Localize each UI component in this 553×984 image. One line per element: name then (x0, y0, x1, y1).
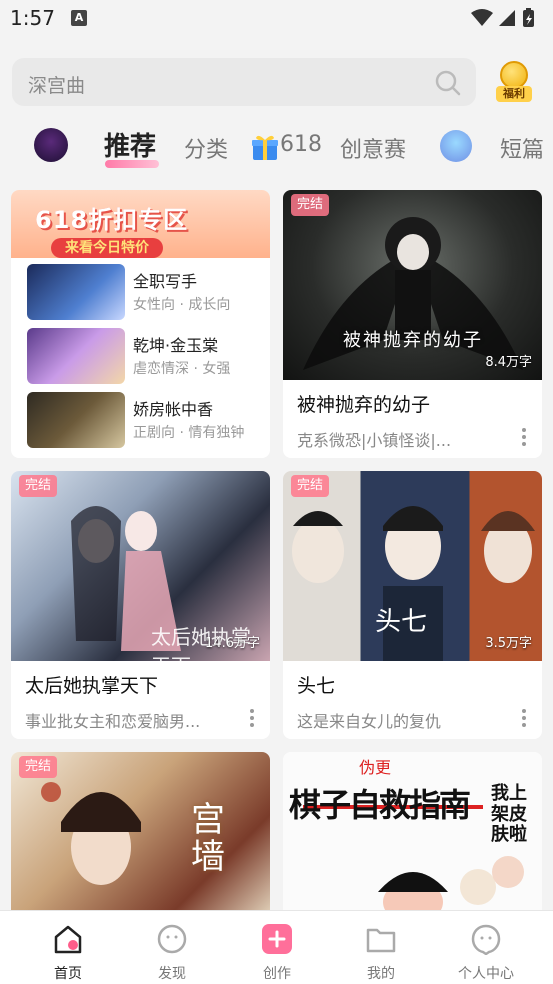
plus-icon (262, 924, 292, 954)
tab-creative-contest[interactable]: 创意赛 (340, 132, 406, 164)
tab-category[interactable]: 分类 (184, 132, 228, 164)
search-placeholder: 深宫曲 (28, 75, 86, 97)
discover-icon (157, 924, 187, 954)
book-card[interactable]: 伪更 棋子自救指南 我上架皮肤啦 (283, 752, 542, 922)
status-badge: 完结 (19, 756, 58, 778)
more-options-icon[interactable] (250, 709, 254, 730)
status-badge: 完结 (291, 475, 330, 497)
book-thumbnail (27, 328, 125, 384)
folder-icon (366, 928, 396, 953)
nav-label: 我的 (367, 966, 395, 982)
nav-label: 首页 (54, 966, 82, 982)
word-count: 3.5万字 (485, 636, 532, 651)
book-cover: 完结 宫墙 (11, 752, 270, 922)
word-count: 8.4万字 (485, 355, 532, 370)
book-description: 事业批女主和恋爱脑男... (25, 712, 201, 731)
cover-corner-text: 伪更 (359, 758, 392, 777)
welfare-label: 福利 (496, 86, 532, 102)
promo-item[interactable]: 娇房帐中香 正剧向 · 情有独钟 (27, 392, 263, 450)
book-title: 被神抛弃的幼子 (297, 394, 431, 416)
nav-profile[interactable]: 个人中心 (446, 911, 526, 984)
nav-home[interactable]: 首页 (28, 911, 108, 984)
book-thumbnail (27, 392, 125, 448)
book-card[interactable]: 完结 被神抛弃的幼子 8.4万字 被神抛弃的幼子 克系微恐|小镇怪谈|... (283, 190, 542, 458)
globe-logo-icon[interactable] (440, 130, 472, 162)
promo-item-tags: 女性向 · 成长向 (133, 297, 231, 313)
word-count: 14.6万字 (205, 636, 260, 651)
search-input[interactable]: 深宫曲 (12, 58, 476, 106)
book-card[interactable]: 完结 宫墙 (11, 752, 270, 922)
status-badge: 完结 (19, 475, 58, 497)
promo-card[interactable]: 618折扣专区 来看今日特价 全职写手 女性向 · 成长向 乾坤·金玉棠 虐恋情… (11, 190, 270, 458)
book-description: 克系微恐|小镇怪谈|... (297, 431, 452, 450)
signal-icon (499, 10, 515, 26)
book-description: 这是来自女儿的复仇 (297, 712, 442, 731)
nav-label: 创作 (263, 966, 291, 982)
book-cover: 伪更 棋子自救指南 我上架皮肤啦 (283, 752, 542, 922)
cover-text: 棋子自救指南 (289, 786, 471, 824)
category-tabs: 推荐 分类 618 创意赛 短篇 (0, 120, 553, 176)
notification-icon: A (71, 10, 87, 26)
more-options-icon[interactable] (522, 709, 526, 730)
tab-618[interactable]: 618 (280, 132, 322, 157)
nav-create[interactable]: 创作 (237, 911, 317, 984)
book-thumbnail (27, 264, 125, 320)
book-title: 太后她执掌天下 (25, 675, 159, 697)
bottom-navigation: 首页 发现 创作 我的 个人中心 (0, 910, 553, 984)
promo-item-tags: 正剧向 · 情有独钟 (133, 425, 245, 441)
book-cover: 完结 被神抛弃的幼子 8.4万字 (283, 190, 542, 380)
nav-mine[interactable]: 我的 (341, 911, 421, 984)
more-options-icon[interactable] (522, 428, 526, 449)
status-bar: 1:57 A (0, 0, 553, 38)
tab-recommend[interactable]: 推荐 (104, 126, 156, 163)
cover-side-text: 我上架皮肤啦 (491, 783, 527, 846)
promo-item-tags: 虐恋情深 · 女强 (133, 361, 231, 377)
promo-item-name: 娇房帐中香 (133, 400, 214, 419)
book-cover: 完结 太后她执掌天下 14.6万字 (11, 471, 270, 661)
status-badge: 完结 (291, 194, 330, 216)
search-icon[interactable] (434, 69, 462, 97)
nav-discover[interactable]: 发现 (132, 911, 212, 984)
promo-item[interactable]: 乾坤·金玉棠 虐恋情深 · 女强 (27, 328, 263, 386)
promo-item[interactable]: 全职写手 女性向 · 成长向 (27, 264, 263, 322)
active-tab-indicator (105, 160, 159, 168)
nav-label: 个人中心 (458, 966, 514, 982)
book-cover: 完结 头七 3.5万字 (283, 471, 542, 661)
promo-item-name: 全职写手 (133, 272, 198, 291)
cover-text: 头七 (375, 607, 428, 637)
profile-icon (471, 924, 501, 955)
wifi-icon (471, 9, 493, 26)
welfare-button[interactable]: 福利 (496, 60, 532, 106)
tab-short-stories[interactable]: 短篇 (500, 132, 544, 164)
nav-label: 发现 (158, 966, 186, 982)
torii-logo-icon[interactable] (34, 128, 68, 162)
gift-icon[interactable] (252, 133, 278, 161)
book-title: 头七 (297, 675, 336, 697)
status-time: 1:57 (10, 6, 55, 30)
home-icon (54, 925, 82, 954)
book-card[interactable]: 完结 太后她执掌天下 14.6万字 太后她执掌天下 事业批女主和恋爱脑男... (11, 471, 270, 739)
promo-item-name: 乾坤·金玉棠 (133, 336, 219, 355)
coin-icon (500, 61, 528, 89)
cover-text: 被神抛弃的幼子 (343, 330, 483, 351)
status-icons (471, 8, 534, 27)
promo-banner[interactable]: 618折扣专区 来看今日特价 (11, 190, 270, 258)
cover-text: 宫墙 (191, 800, 225, 878)
book-card[interactable]: 完结 头七 3.5万字 头七 这是来自女儿的复仇 (283, 471, 542, 739)
promo-subtitle: 来看今日特价 (51, 238, 163, 258)
promo-title: 618折扣专区 (35, 206, 189, 234)
